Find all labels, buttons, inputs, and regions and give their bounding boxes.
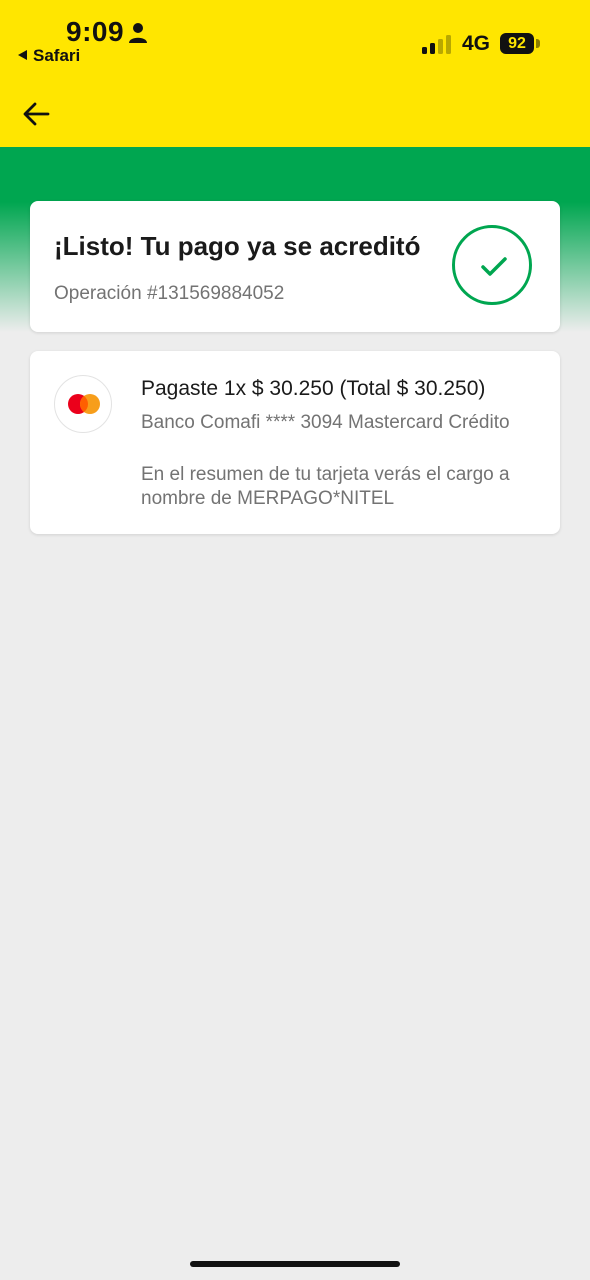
back-triangle-icon <box>18 50 27 60</box>
arrow-left-icon[interactable] <box>20 98 52 130</box>
status-time: 9:09 <box>66 16 125 47</box>
status-bar: 9:09 Safari 4G 92 <box>0 0 590 80</box>
app-bar <box>0 80 590 147</box>
signal-icon <box>422 35 451 54</box>
battery-icon: 92 <box>500 33 534 54</box>
mastercard-icon <box>54 375 112 433</box>
payment-amount: Pagaste 1x $ 30.250 (Total $ 30.250) <box>141 377 486 400</box>
check-circle-icon <box>452 225 532 305</box>
statement-note: En el resumen de tu tarjeta verás el car… <box>141 464 510 509</box>
person-icon <box>129 23 147 43</box>
back-app-label: Safari <box>33 46 81 65</box>
payment-detail-card: Pagaste 1x $ 30.250 (Total $ 30.250) Ban… <box>30 351 560 534</box>
operation-number: Operación #131569884052 <box>54 283 285 304</box>
payment-status-card: ¡Listo! Tu pago ya se acreditó Operación… <box>30 201 560 332</box>
check-icon <box>481 257 507 276</box>
card-description: Banco Comafi **** 3094 Mastercard Crédit… <box>141 412 510 433</box>
network-type: 4G <box>462 32 491 55</box>
status-title: ¡Listo! Tu pago ya se acreditó <box>54 231 421 261</box>
battery-tip <box>536 39 540 48</box>
back-to-app-link[interactable]: Safari <box>18 46 80 66</box>
home-indicator[interactable] <box>190 1261 400 1267</box>
